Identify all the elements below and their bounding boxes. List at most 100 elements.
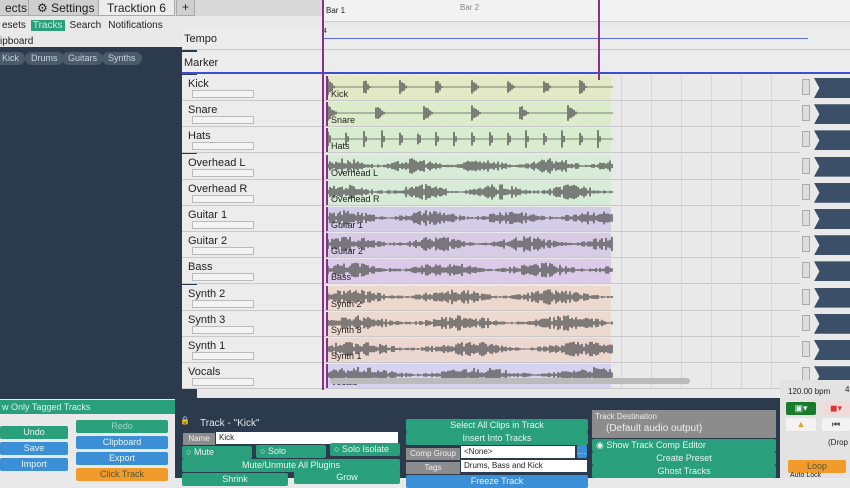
track-level-meter[interactable] [192,325,254,334]
warning-icon[interactable]: ▲ [786,418,816,431]
track-destination[interactable]: Track Destination (Default audio output) [592,410,776,438]
track-header[interactable]: Synth 2 [182,284,322,311]
marker-track[interactable]: Marker [182,52,850,74]
tags-input[interactable]: Drums, Bass and Kick [461,460,587,472]
solo-button[interactable]: ○ Solo [256,445,326,458]
track-plugin-area[interactable] [800,258,850,284]
audio-clip[interactable]: Vocals [326,364,613,389]
track-arrow-buttons[interactable] [802,210,810,226]
track-header[interactable]: Overhead R [182,179,322,206]
track-plugin-area[interactable] [800,180,850,206]
track-lane[interactable]: Overhead R [322,179,800,206]
track-lane[interactable]: Vocals [322,363,800,390]
add-plugin-button[interactable] [814,287,850,308]
nav-search[interactable]: Search [68,20,104,31]
track-arrow-buttons[interactable] [802,79,810,95]
audio-clip[interactable]: Kick [326,76,613,100]
tag-chip-drums[interactable]: Drums [25,52,64,65]
track-level-meter[interactable] [192,352,254,360]
track-lane[interactable]: Guitar 2 [322,232,800,259]
track-level-meter[interactable] [192,90,254,98]
audio-clip[interactable]: Synth 2 [326,285,613,310]
nav-presets[interactable]: esets [0,20,28,31]
track-plugin-area[interactable] [800,154,850,180]
save-button[interactable]: Save [0,442,68,455]
track-header[interactable]: Vocals [182,363,322,390]
track-arrow-buttons[interactable] [802,314,810,331]
track-arrow-buttons[interactable] [802,341,810,357]
ruler[interactable]: Bar 1 Bar 2 [322,0,850,22]
track-level-meter[interactable] [192,378,254,387]
track-plugin-area[interactable] [800,311,850,337]
add-tab-button[interactable]: + [176,0,196,16]
add-plugin-button[interactable] [814,78,850,98]
record-mode-button[interactable]: ▣▾ [786,402,816,415]
track-header[interactable]: Kick [182,75,322,101]
track-lane[interactable]: Synth 1 [322,337,800,363]
track-arrow-buttons[interactable] [802,131,810,148]
track-level-meter[interactable] [192,142,254,151]
nav-tracks[interactable]: Tracks [30,20,65,31]
track-lane[interactable]: Synth 3 [322,310,800,337]
track-lane[interactable]: Synth 2 [322,284,800,311]
time-signature[interactable]: 4 [845,385,849,394]
add-plugin-button[interactable] [814,340,850,360]
track-lane[interactable]: Guitar 1 [322,206,800,232]
track-header[interactable]: Overhead L [182,153,322,180]
track-plugin-area[interactable] [800,285,850,311]
add-plugin-button[interactable] [814,209,850,229]
track-plugin-area[interactable] [800,127,850,153]
track-arrow-buttons[interactable] [802,183,810,200]
clipboard-button[interactable]: Clipboard [76,436,168,449]
track-arrow-buttons[interactable] [802,157,810,174]
lock-icon[interactable]: 🔒 [180,416,190,425]
add-plugin-button[interactable] [814,182,850,203]
add-plugin-button[interactable] [814,156,850,177]
tab-tracktion-6[interactable]: Tracktion 6 [98,0,175,16]
track-plugin-area[interactable] [800,337,850,363]
insert-into-tracks-button[interactable]: Insert Into Tracks [406,432,588,445]
show-only-tagged-tracks-button[interactable]: w Only Tagged Tracks [0,400,197,414]
tag-chip-synths[interactable]: Synths [102,52,142,65]
audio-clip[interactable]: Snare [326,102,613,127]
punch-button[interactable]: ◼▾ [822,402,850,415]
track-level-meter[interactable] [192,273,254,282]
rewind-to-start-button[interactable]: ⏮ [822,418,850,431]
horizontal-scrollbar[interactable] [330,378,690,384]
select-all-clips-button[interactable]: Select All Clips in Track [406,419,588,432]
add-plugin-button[interactable] [814,235,850,256]
track-plugin-area[interactable] [800,101,850,127]
freeze-track-button[interactable]: Freeze Track [406,475,588,488]
track-plugin-area[interactable] [800,206,850,232]
click-track-button[interactable]: Click Track [76,468,168,481]
audio-clip[interactable]: Overhead L [326,154,613,179]
tab-settings[interactable]: ⚙ Settings [28,0,104,16]
bpm-readout[interactable]: 120.00 bpm [788,387,830,396]
audio-clip[interactable]: Synth 1 [326,338,613,362]
track-header[interactable]: Hats [182,127,322,154]
track-level-meter[interactable] [192,247,254,256]
track-lane[interactable]: Snare [322,101,800,128]
track-header[interactable]: Synth 1 [182,337,322,363]
audio-clip[interactable]: Bass [326,259,613,284]
track-header[interactable]: Bass [182,258,322,285]
audio-clip[interactable]: Guitar 1 [326,207,613,231]
audio-clip[interactable]: Guitar 2 [326,233,613,258]
redo-button[interactable]: Redo [76,420,168,433]
nav-notifications[interactable]: Notifications [106,20,164,31]
track-arrow-buttons[interactable] [802,105,810,122]
playhead[interactable] [322,0,324,390]
track-level-meter[interactable] [192,116,254,125]
track-plugin-area[interactable] [800,232,850,258]
loop-end-marker[interactable] [598,0,600,80]
track-plugin-area[interactable] [800,75,850,101]
add-plugin-button[interactable] [814,261,850,282]
export-button[interactable]: Export [76,452,168,465]
solo-isolate-button[interactable]: ○ Solo Isolate [330,443,400,456]
add-plugin-button[interactable] [814,313,850,334]
track-lane[interactable]: Overhead L [322,153,800,180]
track-arrow-buttons[interactable] [802,236,810,253]
audio-clip[interactable]: Overhead R [326,180,613,205]
track-header[interactable]: Synth 3 [182,310,322,337]
audio-clip[interactable]: Hats [326,128,613,153]
